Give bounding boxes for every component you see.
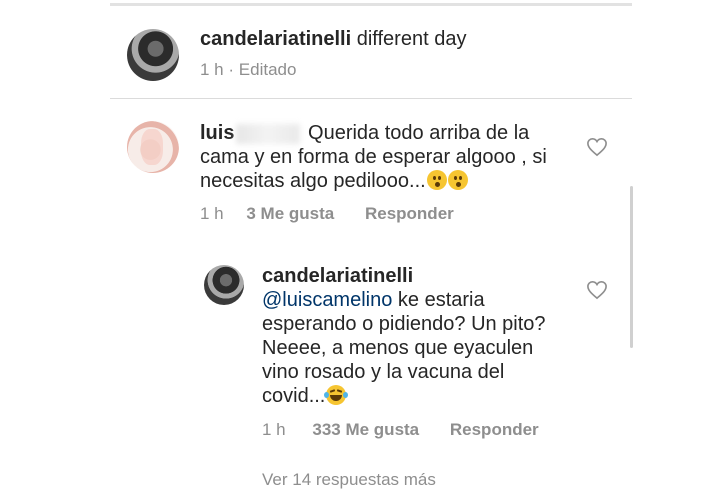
avatar[interactable] (204, 265, 244, 305)
view-more-replies-link[interactable]: Ver 14 respuestas más (262, 470, 436, 490)
reply-likes[interactable]: 333 Me gusta (312, 420, 419, 439)
top-divider (110, 3, 632, 6)
astonished-face-icon (447, 170, 468, 190)
reply-text: candelariatinelli @luiscamelino ke estar… (262, 264, 582, 408)
comment-body-line2: cama y en forma de esperar algooo , si (200, 146, 547, 168)
reply-line: @luiscamelino ke estaria (262, 288, 582, 312)
caption-time[interactable]: 1 h (200, 60, 224, 79)
comment-line: necesitas algo pedilooo... (200, 169, 580, 193)
comment-text: luis Querida todo arriba de la cama y en… (200, 121, 580, 193)
caption-body: different day (356, 28, 467, 50)
reply-username[interactable]: candelariatinelli (262, 264, 582, 288)
comment-time[interactable]: 1 h (200, 204, 224, 223)
comment-body-line1: Querida todo arriba de la (308, 122, 530, 144)
caption-text: candelariatinelli different day (200, 27, 466, 51)
comment-meta: 1 h 3 Me gusta Responder (200, 204, 454, 224)
caption-divider (110, 98, 632, 99)
reply-body-line3: Neeee, a menos que eyaculen (262, 337, 534, 359)
redacted-username-blur (236, 123, 301, 144)
reply-body-line5: covid... (262, 385, 326, 407)
astonished-face-icon (426, 170, 447, 190)
heart-icon[interactable] (586, 137, 608, 157)
reply-mention-link[interactable]: @luiscamelino (262, 289, 392, 311)
reply-body-line4: vino rosado y la vacuna del (262, 361, 505, 383)
reply-body-line2: esperando o pidiendo? Un pito? (262, 313, 546, 335)
reply-reply-button[interactable]: Responder (450, 420, 539, 439)
reply-body-line1: ke estaria (392, 289, 485, 311)
avatar[interactable] (127, 121, 179, 173)
grinning-squinting-face-icon (324, 385, 349, 405)
meta-separator: · (228, 60, 235, 79)
comment-reply-button[interactable]: Responder (365, 204, 454, 223)
comment-username[interactable]: luis (200, 122, 234, 144)
reply-time[interactable]: 1 h (262, 420, 286, 439)
reply-line: covid... (262, 384, 582, 408)
comment-line: luis Querida todo arriba de la (200, 121, 580, 145)
caption-username[interactable]: candelariatinelli (200, 28, 351, 50)
comment-likes[interactable]: 3 Me gusta (246, 204, 334, 223)
caption-meta: 1 h · Editado (200, 60, 296, 80)
reply-meta: 1 h 333 Me gusta Responder (262, 420, 539, 440)
comment-body-line3: necesitas algo pedilooo... (200, 170, 426, 192)
avatar[interactable] (127, 29, 179, 81)
caption-edited-label: Editado (238, 60, 297, 79)
scrollbar[interactable] (630, 186, 633, 348)
heart-icon[interactable] (586, 280, 608, 300)
